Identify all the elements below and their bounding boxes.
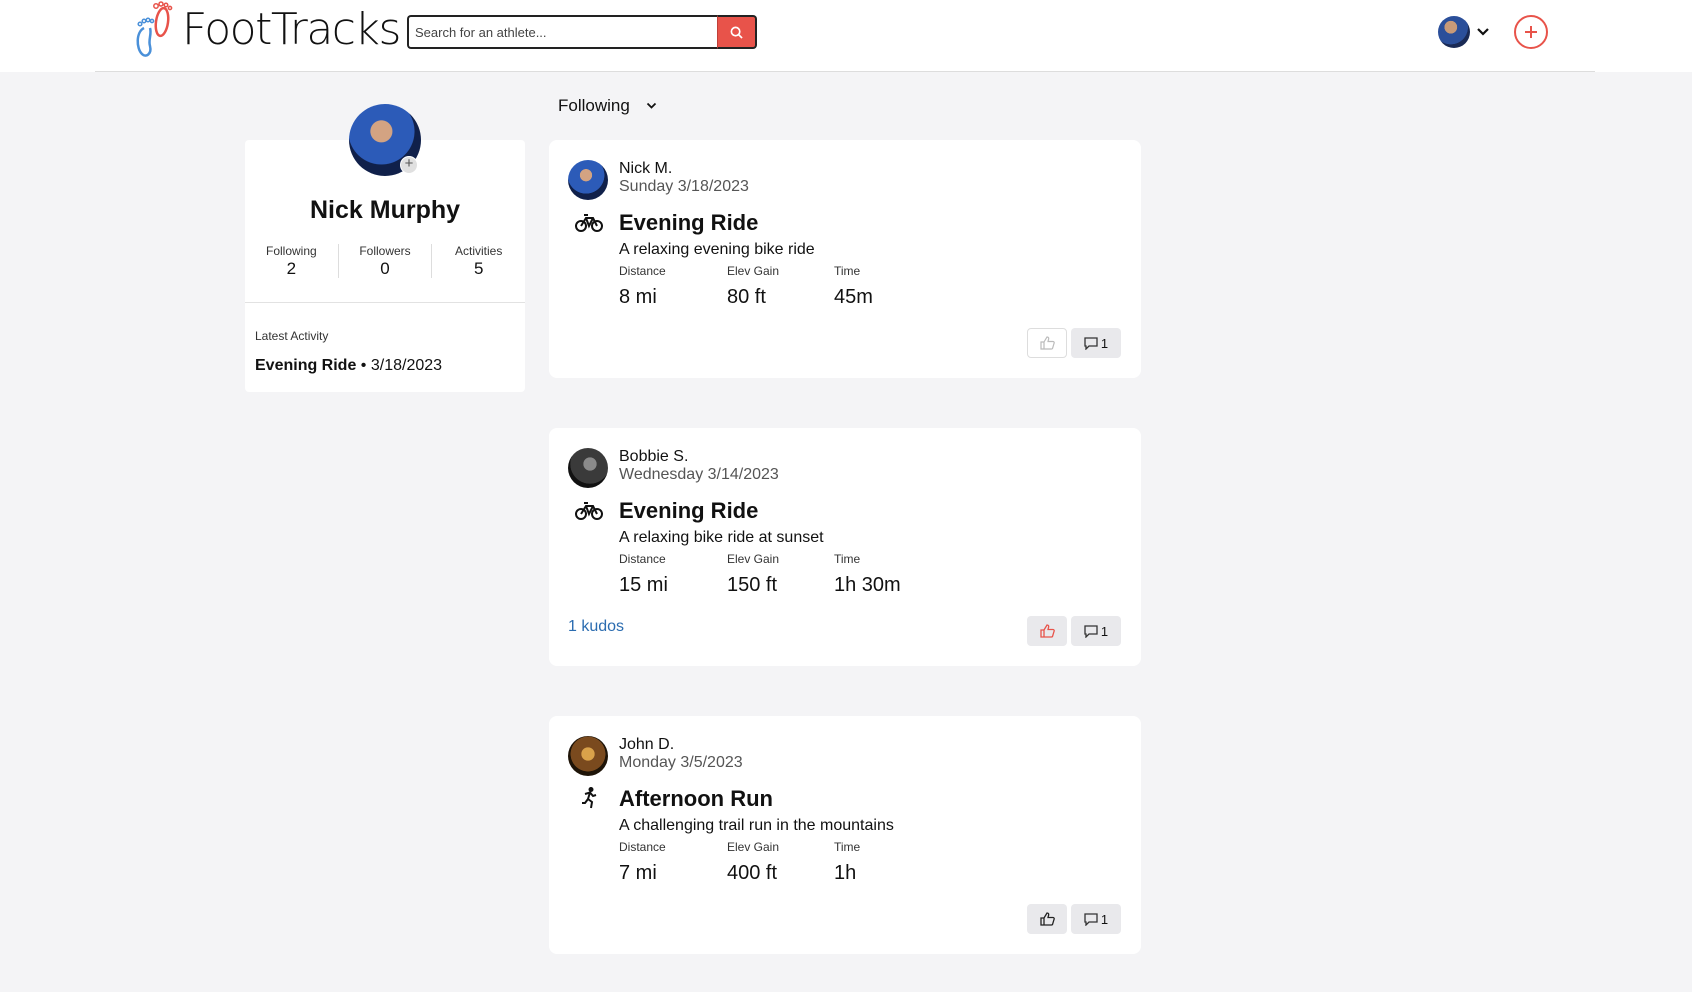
app-logo[interactable]: FootTracks [134, 0, 401, 60]
metric-value: 1h [834, 862, 857, 884]
activity-user[interactable]: Bobbie S. [619, 448, 688, 466]
stat-label: Following [265, 244, 317, 258]
metric-time: Time 45m [834, 264, 873, 309]
metric-value: 1h 30m [834, 574, 901, 596]
latest-activity-date: • 3/18/2023 [356, 357, 443, 374]
comment-button[interactable]: 1 [1071, 904, 1121, 934]
metric-elev-gain: Elev Gain 80 ft [727, 264, 779, 309]
stat-value: 0 [380, 259, 390, 278]
kudos-count-link[interactable]: 1 kudos [568, 618, 624, 636]
comment-button[interactable]: 1 [1071, 328, 1121, 358]
thumbs-up-icon [1039, 624, 1055, 638]
stat-value: 2 [286, 259, 297, 278]
metric-value: 15 mi [619, 574, 668, 596]
activity-date: Sunday 3/18/2023 [619, 178, 749, 195]
plus-icon [1525, 26, 1537, 38]
kudos-button[interactable] [1027, 616, 1067, 646]
metric-value: 8 mi [619, 286, 657, 308]
metric-label: Distance [619, 552, 666, 566]
stat-followers[interactable]: Followers 0 [339, 244, 433, 278]
latest-activity-title: Evening Ride [255, 357, 357, 374]
stat-value: 5 [473, 259, 484, 278]
metric-distance: Distance 7 mi [619, 840, 666, 885]
comment-count: 1 [1100, 335, 1109, 351]
comment-count: 1 [1100, 911, 1109, 927]
top-navbar: FootTracks [0, 0, 1692, 72]
search-button[interactable] [717, 15, 757, 49]
activity-date: Monday 3/5/2023 [619, 754, 743, 771]
activity-description: A relaxing bike ride at sunset [619, 529, 824, 546]
athlete-search [407, 15, 757, 49]
stat-following[interactable]: Following 2 [245, 244, 339, 278]
activity-card: John D. Monday 3/5/2023 Afternoon Run A … [549, 716, 1141, 954]
activity-user[interactable]: Nick M. [619, 160, 672, 178]
profile-divider [245, 302, 525, 303]
latest-activity[interactable]: Evening Ride • 3/18/2023 [255, 357, 442, 375]
metric-label: Time [834, 264, 861, 278]
activity-description: A relaxing evening bike ride [619, 241, 815, 258]
activity-title[interactable]: Evening Ride [619, 210, 758, 236]
bike-icon [575, 502, 603, 520]
stat-label: Followers [359, 244, 411, 258]
user-menu-toggle[interactable] [1438, 16, 1490, 48]
metric-distance: Distance 8 mi [619, 264, 666, 309]
latest-activity-label: Latest Activity [255, 329, 329, 343]
metric-time: Time 1h 30m [834, 552, 901, 597]
kudos-button[interactable] [1027, 904, 1067, 934]
metric-value: 80 ft [727, 286, 766, 308]
footprint-logo-icon [136, 1, 173, 57]
avatar[interactable] [568, 448, 608, 488]
activity-card: Bobbie S. Wednesday 3/14/2023 Evening Ri… [549, 428, 1141, 666]
metric-label: Time [834, 840, 861, 854]
add-activity-button[interactable] [1514, 15, 1548, 49]
metric-elev-gain: Elev Gain 400 ft [727, 840, 779, 885]
stat-label: Activities [455, 244, 503, 258]
activity-user[interactable]: John D. [619, 736, 674, 754]
header-divider [95, 71, 1595, 72]
chevron-down-icon [1477, 28, 1489, 36]
avatar[interactable] [568, 736, 608, 776]
metric-value: 45m [834, 286, 873, 308]
metric-label: Time [834, 552, 861, 566]
profile-stats: Following 2 Followers 0 Activities 5 [245, 244, 525, 278]
activity-date: Wednesday 3/14/2023 [619, 466, 779, 483]
metric-label: Elev Gain [727, 264, 780, 278]
activity-description: A challenging trail run in the mountains [619, 817, 894, 834]
change-avatar-plus-icon[interactable]: + [400, 156, 418, 174]
comment-button[interactable]: 1 [1071, 616, 1121, 646]
metric-time: Time 1h [834, 840, 860, 885]
activity-title[interactable]: Evening Ride [619, 498, 758, 524]
logo-text: FootTracks [182, 4, 401, 55]
search-input[interactable] [407, 15, 717, 49]
avatar[interactable] [568, 160, 608, 200]
bike-icon [575, 214, 603, 232]
metric-label: Elev Gain [727, 840, 780, 854]
activity-title[interactable]: Afternoon Run [619, 786, 773, 812]
metric-value: 400 ft [727, 862, 778, 884]
comment-icon [1084, 912, 1098, 926]
comment-icon [1084, 624, 1098, 638]
kudos-button[interactable] [1027, 328, 1067, 358]
metric-distance: Distance 15 mi [619, 552, 668, 597]
activity-card: Nick M. Sunday 3/18/2023 Evening Ride A … [549, 140, 1141, 378]
thumbs-up-icon [1039, 912, 1055, 926]
feed-filter-dropdown[interactable]: Following [558, 96, 657, 116]
profile-name: Nick Murphy [309, 196, 461, 224]
metric-label: Distance [619, 840, 666, 854]
run-icon [582, 787, 597, 809]
stat-activities[interactable]: Activities 5 [432, 244, 525, 278]
metric-label: Elev Gain [727, 552, 780, 566]
comment-count: 1 [1100, 623, 1109, 639]
chevron-down-icon [646, 102, 656, 109]
metric-elev-gain: Elev Gain 150 ft [727, 552, 779, 597]
comment-icon [1084, 336, 1098, 350]
metric-value: 150 ft [727, 574, 778, 596]
avatar [1438, 16, 1470, 48]
feed-filter-label: Following [558, 96, 630, 115]
metric-value: 7 mi [619, 862, 657, 884]
metric-label: Distance [619, 264, 666, 278]
thumbs-up-icon [1039, 336, 1055, 350]
search-icon [730, 26, 743, 39]
